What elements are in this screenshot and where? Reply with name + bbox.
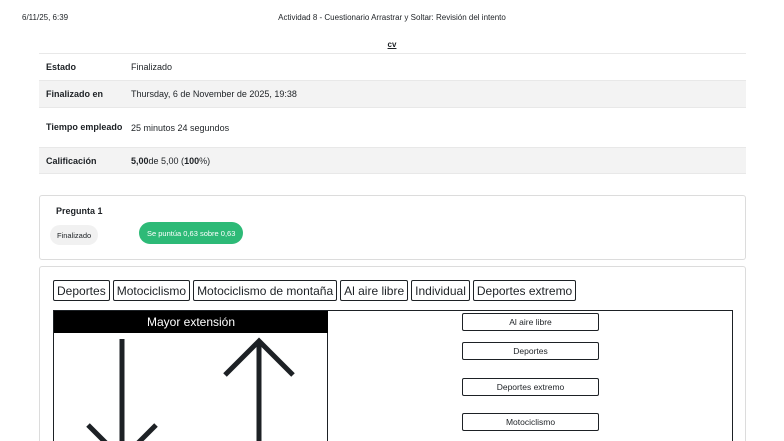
drag-item[interactable]: Deportes extremo xyxy=(472,280,577,301)
question-state-badge: Finalizado xyxy=(50,225,99,245)
question-grade-badge: Se puntúa 0,63 sobre 0,63 xyxy=(139,222,244,244)
grade-percent: 100 xyxy=(184,155,200,166)
panel-title: Mayor extensión xyxy=(54,311,328,333)
summary-row-grade: Calificación 5,00 de 5,00 (100%) xyxy=(39,147,746,174)
print-header: 6/11/25, 6:39 Actividad 8 - Cuestionario… xyxy=(0,13,784,25)
summary-row-state: Estado Finalizado xyxy=(39,53,746,80)
up-arrow-icon xyxy=(223,337,295,441)
arrows-diagram xyxy=(86,337,295,441)
grade-percent-suffix: %) xyxy=(199,155,211,166)
drag-items-bar: Deportes Motociclismo Motociclismo de mo… xyxy=(53,280,577,301)
question-info-box: Pregunta 1 Finalizado Se puntúa 0,63 sob… xyxy=(39,195,746,260)
drop-area: Mayor extensión Al aire libre Deportes D… xyxy=(53,310,733,441)
user-link[interactable]: cv xyxy=(388,40,397,49)
down-arrow-icon xyxy=(86,339,158,441)
summary-label: Finalizado en xyxy=(46,89,104,99)
drag-item[interactable]: Motociclismo de montaña xyxy=(193,280,338,301)
grade-out-of: de 5,00 ( xyxy=(148,155,185,166)
drag-item[interactable]: Al aire libre xyxy=(340,280,409,301)
drop-zone[interactable]: Motociclismo xyxy=(462,413,599,431)
diagram-panel: Mayor extensión xyxy=(54,311,328,441)
summary-value: 5,00 de 5,00 (100%) xyxy=(125,148,746,173)
drag-item[interactable]: Motociclismo xyxy=(112,280,191,301)
summary-value: Finalizado xyxy=(131,62,173,72)
user-link-container: cv xyxy=(0,40,784,49)
drop-zone[interactable]: Deportes extremo xyxy=(462,378,599,396)
drop-zone[interactable]: Al aire libre xyxy=(462,313,599,331)
drag-item[interactable]: Deportes xyxy=(53,280,110,301)
grade-score: 5,00 xyxy=(131,155,149,166)
summary-value: Thursday, 6 de November de 2025, 19:38 xyxy=(131,89,297,99)
print-title: Actividad 8 - Cuestionario Arrastrar y S… xyxy=(278,13,506,22)
question-content: Deportes Motociclismo Motociclismo de mo… xyxy=(39,266,746,441)
summary-row-time: Tiempo empleado 25 minutos 24 segundos xyxy=(39,107,746,147)
question-title: Pregunta 1 xyxy=(56,206,103,216)
summary-row-finished: Finalizado en Thursday, 6 de November de… xyxy=(39,80,746,107)
drag-item[interactable]: Individual xyxy=(411,280,470,301)
attempt-summary-table: Estado Finalizado Finalizado en Thursday… xyxy=(39,53,746,174)
summary-label: Tiempo empleado xyxy=(46,122,123,132)
summary-label: Estado xyxy=(46,62,77,72)
summary-value: 25 minutos 24 segundos xyxy=(131,122,230,133)
drop-zone[interactable]: Deportes xyxy=(462,342,599,360)
summary-label: Calificación xyxy=(46,155,97,166)
